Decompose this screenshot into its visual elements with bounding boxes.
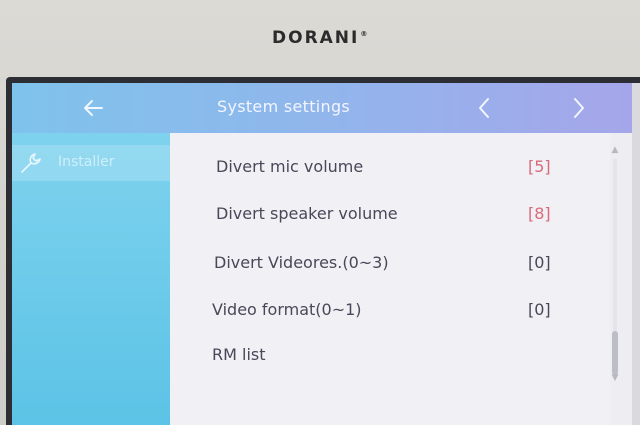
screen-edge (632, 83, 640, 425)
setting-value: [8] (528, 204, 551, 223)
wrench-icon (21, 153, 41, 173)
chevron-left-icon[interactable] (472, 95, 496, 121)
setting-label: RM list (212, 345, 266, 364)
arrow-left-icon[interactable] (78, 93, 108, 123)
setting-value: [0] (528, 253, 551, 272)
setting-divert-videores[interactable]: Divert Videores.(0~3) [0] (170, 243, 600, 283)
chevron-right-icon[interactable] (567, 95, 591, 121)
setting-label: Divert speaker volume (216, 204, 398, 223)
sidebar-item-installer[interactable]: Installer (12, 145, 170, 181)
brand-logo: DORANI® (272, 28, 370, 48)
setting-label: Divert Videores.(0~3) (214, 253, 389, 272)
setting-value: [5] (528, 157, 551, 176)
settings-list: Divert mic volume [5] Divert speaker vol… (170, 133, 610, 425)
screen: System settings Installer Divert mic vol… (12, 83, 640, 425)
setting-label: Divert mic volume (216, 157, 364, 176)
setting-rm-list[interactable]: RM list (170, 335, 600, 375)
scroll-up-arrow-icon[interactable]: ▲ (610, 145, 620, 155)
scroll-thumb[interactable] (612, 331, 618, 375)
setting-label: Video format(0~1) (212, 300, 362, 319)
sidebar: Installer (12, 133, 170, 425)
setting-divert-mic-volume[interactable]: Divert mic volume [5] (170, 147, 600, 187)
setting-divert-speaker-volume[interactable]: Divert speaker volume [8] (170, 194, 600, 234)
setting-video-format[interactable]: Video format(0~1) [0] (170, 290, 600, 330)
scroll-down-arrow-icon[interactable]: ▼ (610, 373, 620, 383)
header-bar: System settings (12, 83, 632, 133)
sidebar-item-label: Installer (58, 154, 115, 170)
scrollbar[interactable]: ▲ ▼ (610, 145, 620, 385)
page-title: System settings (217, 97, 351, 116)
setting-value: [0] (528, 300, 551, 319)
